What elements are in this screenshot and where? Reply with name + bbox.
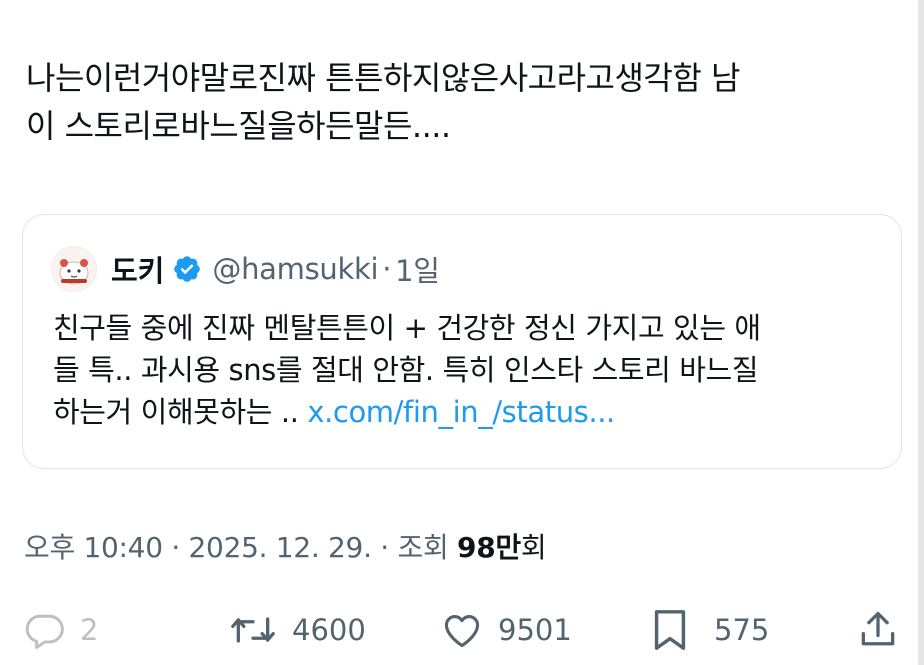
reply-count: 2 [80,613,99,647]
retweet-button[interactable]: 4600 [228,608,366,652]
reply-icon [25,614,64,649]
quote-body-line: 하는거 이해못하는 .. x.com/fin_in_/status... [53,391,893,433]
action-bar: 2 4600 9501 575 [0,600,924,660]
views-label: 조회 [397,531,449,564]
share-icon [861,611,895,646]
views-count: 98만 [457,531,521,564]
tweet-text-line: 나는이런거야말로진짜 튼튼하지않은사고라고생각함 남 [26,59,740,97]
tweet-text-line: 이 스토리로바느질을하든말든.... [26,107,451,145]
quote-body-line: 들 특.. 과시용 sns를 절대 안함. 특히 인스타 스토리 바느질 [53,353,759,387]
tweet-text: 나는이런거야말로진짜 튼튼하지않은사고라고생각함 남 이 스토리로바느질을하든말… [26,54,906,150]
like-button[interactable]: 9501 [440,608,572,652]
bookmark-icon [654,610,686,650]
verified-badge-icon [174,256,201,282]
quote-author-name[interactable]: 도키 [111,248,164,290]
quote-time[interactable]: 1일 [395,248,440,290]
meta-separator: · [380,531,389,564]
window-edge [918,0,924,665]
hamster-avatar-icon[interactable] [51,246,97,292]
quote-separator: · [382,252,392,286]
quote-header: 도키 @hamsukki · 1일 [51,246,440,292]
heart-icon [444,615,480,648]
share-button[interactable] [856,608,900,652]
like-count: 9501 [498,613,572,647]
reply-button[interactable]: 2 [22,608,98,652]
tweet-time[interactable]: 오후 10:40 [24,531,163,564]
bookmark-button[interactable]: 575 [650,608,769,652]
quote-body: 친구들 중에 진짜 멘탈튼튼이 + 건강한 정신 가지고 있는 애 들 특.. … [53,307,893,433]
views-suffix: 회 [520,531,547,564]
tweet-meta: 오후 10:40 · 2025. 12. 29. · 조회 98만회 [24,526,547,566]
quote-body-text: 하는거 이해못하는 .. [53,395,308,429]
tweet-date[interactable]: 2025. 12. 29. [189,531,372,564]
quoted-tweet-card[interactable]: 도키 @hamsukki · 1일 친구들 중에 진짜 멘탈튼튼이 + 건강한 … [22,214,902,469]
meta-separator: · [171,531,180,564]
quote-link[interactable]: x.com/fin_in_/status... [307,395,615,429]
retweet-count: 4600 [292,613,366,647]
quote-body-line: 친구들 중에 진짜 멘탈튼튼이 + 건강한 정신 가지고 있는 애 [53,311,761,345]
bookmark-count: 575 [714,613,770,647]
retweet-icon [231,617,275,643]
quote-author-handle[interactable]: @hamsukki [212,252,378,286]
